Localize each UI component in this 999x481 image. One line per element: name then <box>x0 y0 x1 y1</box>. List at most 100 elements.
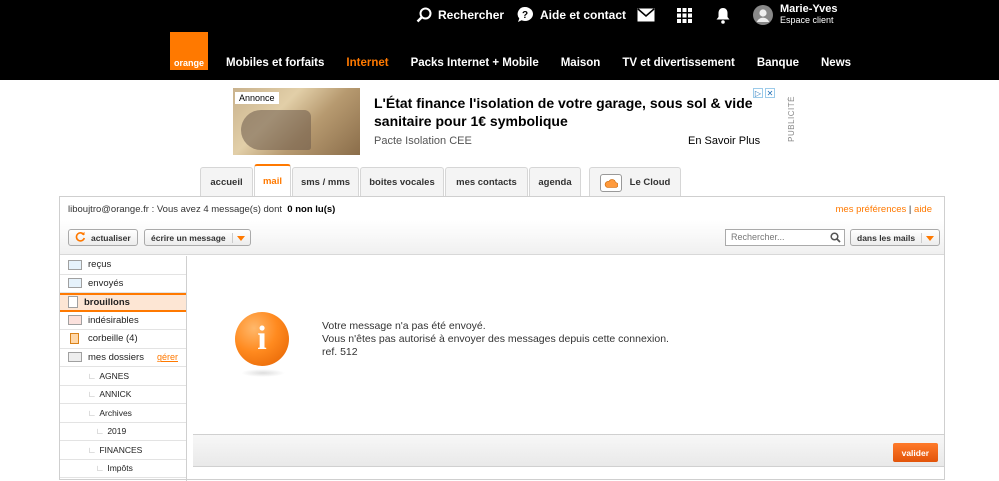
nav-tv[interactable]: TV et divertissement <box>622 57 734 69</box>
search-link[interactable]: Rechercher <box>416 5 504 25</box>
tab-boites-vocales[interactable]: boites vocales <box>360 167 444 197</box>
search-scope-select[interactable]: dans les mails <box>850 229 941 246</box>
help-link[interactable]: ? Aide et contact <box>516 5 626 25</box>
svg-text:?: ? <box>522 10 528 21</box>
inbox-icon <box>68 259 82 270</box>
user-account[interactable]: Marie-Yves Espace client <box>753 4 837 26</box>
folder-indesirables[interactable]: indésirables <box>60 312 186 330</box>
ad-title[interactable]: L'État finance l'isolation de votre gara… <box>374 94 754 130</box>
ad-close-icon[interactable]: ✕ <box>765 88 775 98</box>
ad-image[interactable]: Annonce <box>233 88 360 155</box>
folder-label: reçus <box>88 259 112 271</box>
tree-branch-icon: ∟ <box>88 389 97 400</box>
account-info: liboujtro@orange.fr : Vous avez 4 messag… <box>68 204 335 215</box>
chevron-down-icon[interactable] <box>921 232 935 243</box>
bell-icon[interactable] <box>716 5 730 25</box>
info-glyph: i <box>257 320 267 357</box>
apps-grid-icon[interactable] <box>677 5 692 25</box>
tab-mail[interactable]: mail <box>254 164 291 197</box>
error-line-2: Vous n'êtes pas autorisé à envoyer des m… <box>322 333 669 345</box>
ad-subtitle: Pacte Isolation CEE <box>374 135 472 147</box>
tab-cloud[interactable]: Le Cloud <box>589 167 681 197</box>
refresh-icon <box>75 231 86 244</box>
message-area: i Votre message n'a pas été envoyé. Vous… <box>193 256 944 434</box>
info-icon: i <box>235 312 289 366</box>
folder-2019[interactable]: ∟ 2019 <box>60 423 186 441</box>
validate-button[interactable]: valider <box>892 443 938 462</box>
folder-sidebar: reçus envoyés brouillons indésirables co… <box>60 256 187 481</box>
folder-label: Archives <box>99 407 132 418</box>
nav-news[interactable]: News <box>821 57 851 69</box>
ad-worker-shape <box>241 110 311 150</box>
unread-count: 0 non lu(s) <box>287 204 336 215</box>
folder-agnes[interactable]: ∟ AGNES <box>60 367 186 386</box>
refresh-button[interactable]: actualiser <box>68 229 138 246</box>
preferences-link[interactable]: mes préférences <box>836 204 907 215</box>
nav-banque[interactable]: Banque <box>757 57 799 69</box>
main-nav: Mobiles et forfaits Internet Packs Inter… <box>226 57 873 69</box>
folder-label: ANNICK <box>99 389 132 400</box>
folder-mes-dossiers[interactable]: mes dossiers gérer <box>60 349 186 367</box>
folder-label: indésirables <box>88 314 139 326</box>
nav-maison[interactable]: Maison <box>561 57 601 69</box>
folder-label: envoyés <box>88 277 124 289</box>
ad-controls: ▷ ✕ <box>753 88 775 98</box>
folder-finances[interactable]: ∟ FINANCES <box>60 441 186 460</box>
mail-toolbar: actualiser écrire un message Rechercher.… <box>60 221 944 255</box>
nav-packs[interactable]: Packs Internet + Mobile <box>411 57 539 69</box>
top-bar: Rechercher ? Aide et contact Marie-Yves … <box>0 0 999 80</box>
folder-annick[interactable]: ∟ ANNICK <box>60 386 186 404</box>
manage-folders-link[interactable]: gérer <box>157 352 178 362</box>
tab-sms[interactable]: sms / mms <box>292 167 359 197</box>
tab-accueil[interactable]: accueil <box>200 167 253 197</box>
help-label: Aide et contact <box>540 8 627 22</box>
user-name: Marie-Yves <box>780 3 838 15</box>
folder-impots[interactable]: ∟ Impôts <box>60 460 186 478</box>
tab-cloud-label: Le Cloud <box>629 177 671 188</box>
write-message-button[interactable]: écrire un message <box>144 229 251 246</box>
cloud-icon <box>599 173 622 192</box>
folder-label: AGNES <box>99 370 130 381</box>
prefs-links: mes préférences | aide <box>836 204 932 215</box>
drafts-icon <box>68 296 78 309</box>
folder-recus[interactable]: reçus <box>60 256 186 275</box>
help-icon: ? <box>516 6 534 24</box>
error-ref: ref. 512 <box>322 346 358 358</box>
logo-text: orange <box>173 58 204 68</box>
nav-internet[interactable]: Internet <box>346 57 388 69</box>
folder-label: brouillons <box>84 296 130 308</box>
folder-archives[interactable]: ∟ Archives <box>60 404 186 423</box>
error-line-1: Votre message n'a pas été envoyé. <box>322 320 486 332</box>
advertisement[interactable]: Annonce L'État finance l'isolation de vo… <box>233 88 775 156</box>
tab-mes-contacts[interactable]: mes contacts <box>445 167 528 197</box>
folder-corbeille[interactable]: corbeille (4) <box>60 330 186 349</box>
folder-label: Impôts <box>107 463 133 474</box>
spam-icon <box>68 315 82 326</box>
folder-label: corbeille (4) <box>88 333 138 345</box>
ad-info-icon[interactable]: ▷ <box>753 88 763 98</box>
folder-label: 2019 <box>107 426 127 437</box>
search-label: Rechercher <box>438 8 505 22</box>
action-bar: valider <box>193 434 944 467</box>
chevron-down-icon[interactable] <box>231 232 245 243</box>
avatar-icon <box>753 5 773 25</box>
write-label: écrire un message <box>151 232 226 243</box>
magnifier-icon[interactable] <box>830 232 841 245</box>
mail-icon[interactable] <box>637 5 655 25</box>
help-link-small[interactable]: aide <box>914 204 932 215</box>
folder-envoyes[interactable]: envoyés <box>60 275 186 293</box>
search-input[interactable]: Rechercher... <box>725 229 845 246</box>
search-scope-label: dans les mails <box>857 232 916 243</box>
nav-mobiles[interactable]: Mobiles et forfaits <box>226 57 324 69</box>
tab-agenda[interactable]: agenda <box>529 167 581 197</box>
refresh-label: actualiser <box>91 232 131 243</box>
user-space: Espace client <box>780 15 834 25</box>
search-placeholder: Rechercher... <box>731 232 785 242</box>
folder-brouillons[interactable]: brouillons <box>60 293 186 312</box>
folder-label: mes dossiers <box>88 351 144 363</box>
orange-logo[interactable]: orange <box>170 32 208 70</box>
ad-cta[interactable]: En Savoir Plus <box>688 135 760 147</box>
app-tabs: accueil mail sms / mms boites vocales me… <box>200 164 682 197</box>
tree-branch-icon: ∟ <box>88 444 97 455</box>
ad-vertical-label: PUBLICITÉ <box>787 96 796 142</box>
